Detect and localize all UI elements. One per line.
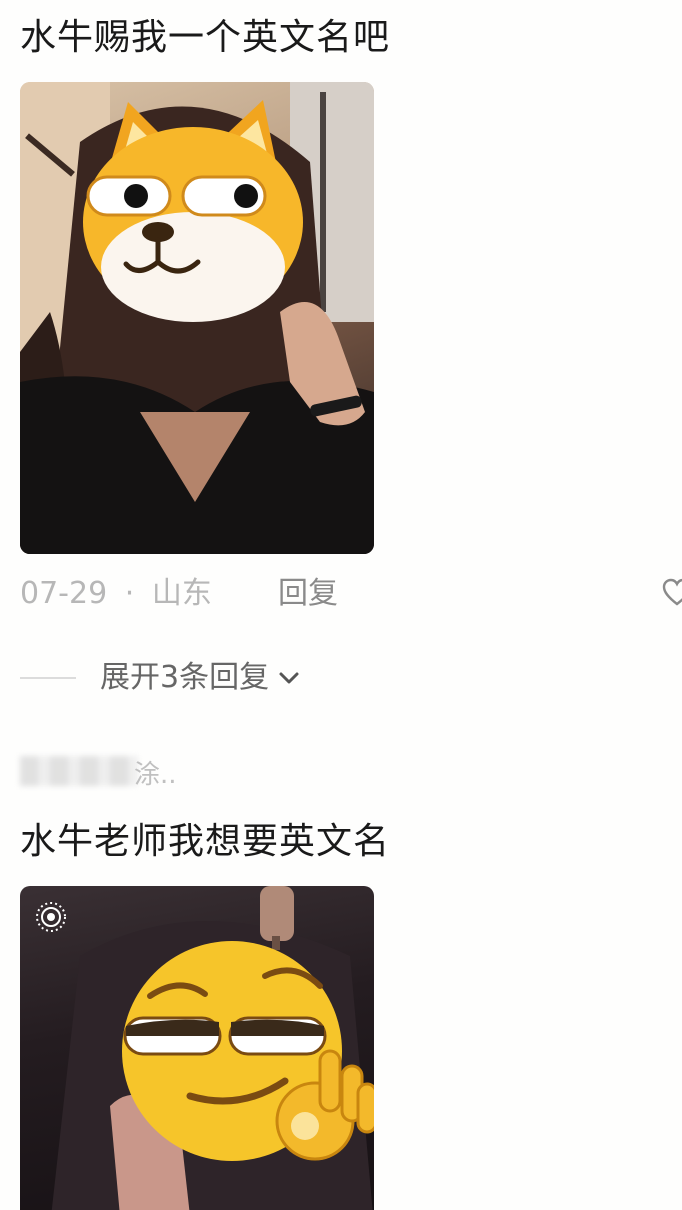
comment-date: 07-29	[20, 576, 108, 611]
comment-image[interactable]	[20, 82, 374, 554]
comment-text: 水牛老师我想要英文名	[20, 821, 391, 862]
comment-image[interactable]	[20, 886, 374, 1210]
smirk-ok-emoji	[122, 941, 374, 1161]
heart-icon[interactable]	[662, 578, 682, 608]
comment-meta: 07-29 · 山东	[20, 574, 212, 614]
username-redacted	[20, 756, 138, 786]
expand-replies-button[interactable]: 展开3条回复	[20, 658, 301, 698]
chevron-down-icon	[279, 672, 299, 684]
shiba-dog-emoji	[83, 100, 303, 322]
username-suffix: 涂..	[134, 760, 177, 790]
divider-line	[20, 677, 76, 679]
comment-location: 山东	[151, 576, 212, 611]
reply-button[interactable]: 回复	[278, 574, 338, 614]
comment-text: 水牛赐我一个英文名吧	[20, 17, 391, 58]
meta-separator: ·	[124, 576, 135, 611]
expand-replies-label: 展开3条回复	[100, 660, 270, 695]
live-photo-icon[interactable]	[34, 900, 68, 934]
